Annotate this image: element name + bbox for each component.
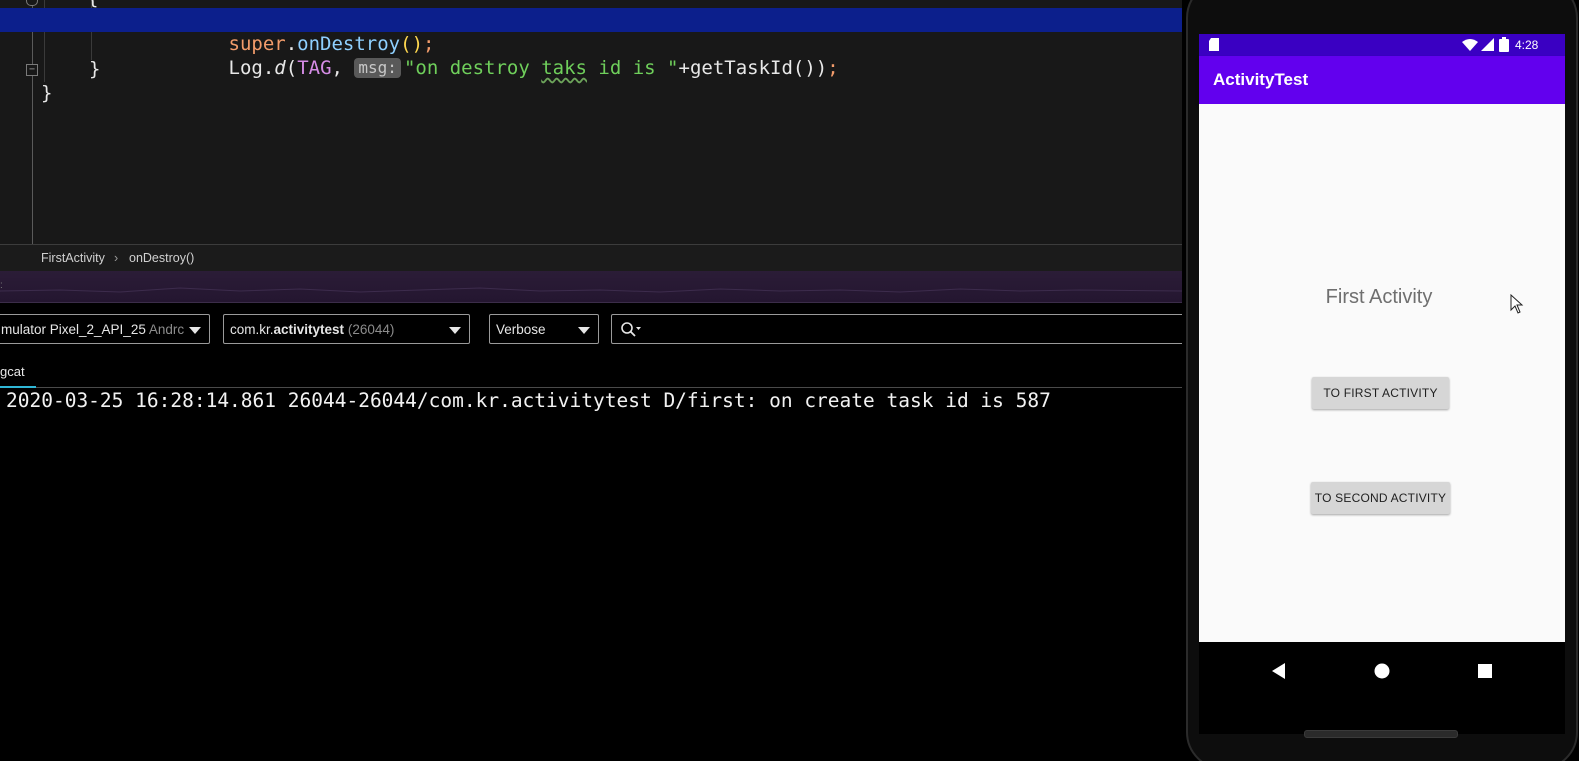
recents-icon[interactable] [1478, 664, 1492, 678]
breadcrumb-method[interactable]: onDestroy() [129, 245, 194, 271]
chevron-down-icon [189, 327, 201, 334]
device-name: mulator Pixel_2_API_25 [1, 322, 146, 337]
code-line-close-class: } [0, 81, 1182, 105]
home-icon[interactable] [1374, 663, 1390, 679]
closing-brace: } [89, 58, 101, 80]
process-prefix: com.kr. [230, 322, 274, 337]
ide-window: { super.onDestroy(); Log.d(TAG, msg:"on … [0, 0, 1182, 761]
status-bar: 4:28 [1199, 34, 1565, 56]
process-name: activitytest [273, 322, 345, 337]
to-second-activity-button[interactable]: TO SECOND ACTIVITY [1311, 482, 1450, 514]
tool-tabbar: gcat [0, 357, 1182, 388]
profiler-strip: : [0, 271, 1182, 303]
mouse-cursor-icon [1510, 294, 1524, 314]
signal-icon [1481, 38, 1494, 51]
code-editor[interactable]: { super.onDestroy(); Log.d(TAG, msg:"on … [0, 0, 1182, 244]
code-line-log[interactable]: Log.d(TAG, msg: "on destroy taks id is "+… [0, 32, 1182, 79]
logcat-toolbar: mulator Pixel_2_API_25 Andrc com.kr.acti… [0, 303, 1182, 355]
sd-card-icon [1209, 38, 1219, 51]
battery-icon [1499, 37, 1509, 52]
process-pid: (26044) [347, 322, 395, 337]
log-line: 2020-03-25 16:28:14.861 26044-26044/com.… [6, 389, 1051, 412]
back-icon[interactable] [1272, 663, 1286, 679]
breadcrumb: FirstActivity › onDestroy() [0, 244, 1182, 272]
emulator-window: 4:28 ActivityTest First Activity TO FIRS… [1182, 0, 1579, 761]
log-level-select[interactable]: Verbose [489, 314, 599, 344]
log-level-value: Verbose [496, 322, 546, 337]
chevron-down-icon [449, 327, 461, 334]
code-line-close-method: } [0, 57, 1182, 81]
chevron-right-icon: › [114, 251, 119, 265]
app-bar: ActivityTest [1199, 56, 1565, 104]
tab-logcat-label: gcat [0, 364, 25, 379]
breadcrumb-class[interactable]: FirstActivity [41, 245, 105, 271]
device-bottom-bar [1304, 730, 1458, 738]
status-time: 4:28 [1515, 38, 1539, 52]
chevron-down-icon [578, 327, 590, 334]
strip-marker: : [0, 280, 3, 291]
wifi-icon [1462, 39, 1478, 51]
search-icon [621, 322, 641, 337]
device-screen: 4:28 ActivityTest First Activity TO FIRS… [1199, 34, 1565, 734]
fold-icon[interactable]: − [26, 64, 38, 76]
activity-graph [0, 287, 1182, 293]
search-input[interactable] [611, 314, 1182, 344]
tab-logcat[interactable]: gcat [0, 357, 36, 388]
activity-label: First Activity [1325, 286, 1433, 308]
to-first-activity-button[interactable]: TO FIRST ACTIVITY [1312, 377, 1449, 409]
app-title: ActivityTest [1213, 70, 1309, 89]
device-select[interactable]: mulator Pixel_2_API_25 Andrc [0, 314, 210, 344]
navigation-bar [1199, 642, 1565, 700]
device-suffix: Andrc [148, 322, 185, 337]
process-select[interactable]: com.kr.activitytest (26044) [223, 314, 470, 344]
closing-brace: } [41, 82, 53, 104]
code-line-super-ondestroy[interactable]: super.onDestroy(); [0, 8, 1182, 55]
logcat-output[interactable]: 2020-03-25 16:28:14.861 26044-26044/com.… [0, 388, 1182, 761]
activity-content: First Activity TO FIRST ACTIVITY TO SECO… [1199, 104, 1565, 642]
